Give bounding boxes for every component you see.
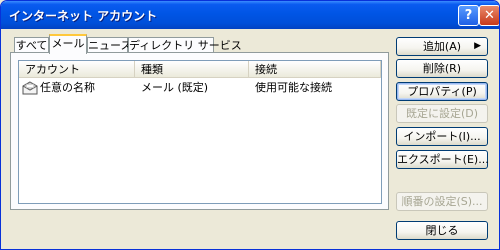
mail-account-icon — [22, 81, 38, 100]
column-header-connection[interactable]: 接続 — [249, 61, 381, 78]
set-default-button[interactable]: 既定に設定(D) — [396, 104, 488, 123]
account-list[interactable]: アカウント 種類 接続 任意の名称 メール (既定) 使用可能な接続 — [18, 60, 382, 204]
close-window-button[interactable]: ✕ — [479, 5, 499, 26]
add-button-label: 追加(A) — [422, 40, 462, 53]
column-header-account[interactable]: アカウント — [19, 61, 135, 78]
export-button[interactable]: エクスポート(E)... — [396, 150, 489, 169]
title-bar[interactable]: インターネット アカウント ? ✕ — [1, 1, 499, 29]
set-order-button[interactable]: 順番の設定(S)... — [396, 192, 488, 211]
properties-button[interactable]: プロパティ(P) — [396, 82, 488, 101]
column-header-type[interactable]: 種類 — [135, 61, 249, 78]
internet-accounts-dialog: インターネット アカウント ? ✕ すべて メール ニュース ディレクトリ サー… — [0, 0, 500, 250]
account-connection: 使用可能な接続 — [255, 81, 332, 94]
help-button[interactable]: ? — [458, 5, 479, 26]
account-name: 任意の名称 — [40, 81, 95, 94]
window-title: インターネット アカウント — [9, 9, 158, 23]
submenu-arrow-icon: ▶ — [474, 41, 481, 51]
import-button[interactable]: インポート(I)... — [396, 127, 488, 146]
list-header: アカウント 種類 接続 — [19, 61, 381, 78]
tab-mail[interactable]: メール — [49, 34, 87, 54]
close-button[interactable]: 閉じる — [396, 221, 488, 240]
account-type: メール (既定) — [141, 81, 209, 94]
add-button[interactable]: 追加(A) ▶ — [396, 37, 488, 56]
list-item[interactable]: 任意の名称 メール (既定) 使用可能な接続 — [19, 80, 381, 96]
delete-button[interactable]: 削除(R) — [396, 59, 488, 78]
